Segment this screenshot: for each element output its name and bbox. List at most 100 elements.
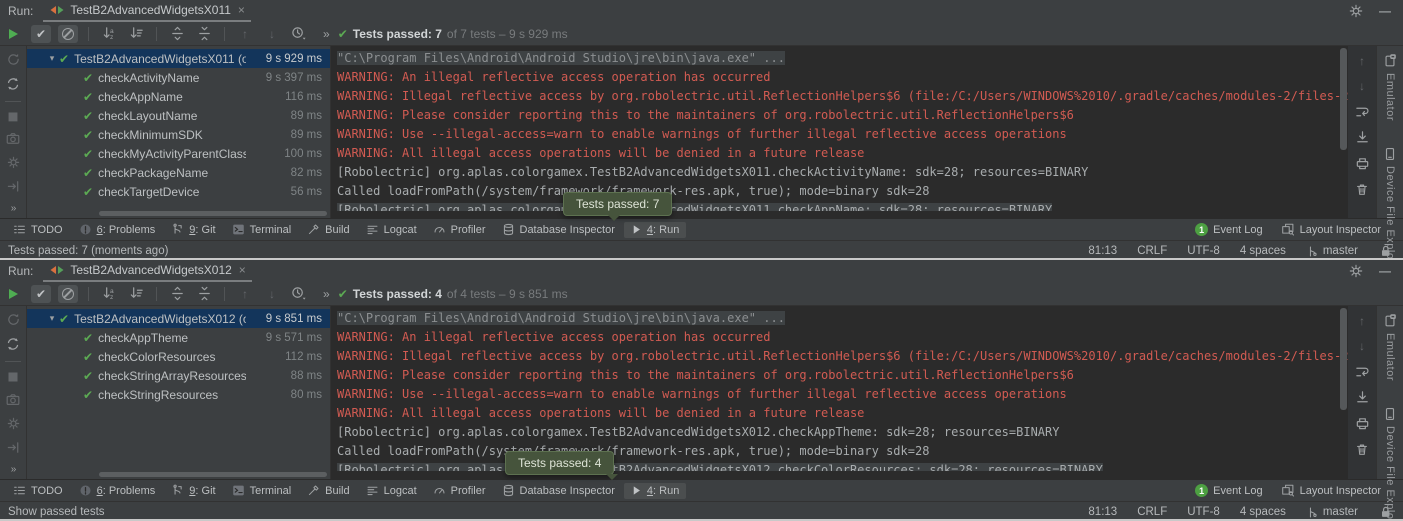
close-icon[interactable]: ×	[238, 3, 245, 17]
toolbtn-build[interactable]: Build	[300, 482, 356, 499]
layout-inspector-button[interactable]: Layout Inspector	[1281, 223, 1381, 236]
import-test-results-icon[interactable]	[6, 179, 21, 194]
print-icon[interactable]	[1355, 416, 1370, 431]
toolbtn-build[interactable]: Build	[300, 221, 356, 238]
toolbtn-problems[interactable]: 6: Problems	[72, 221, 163, 238]
show-ignored-toggle[interactable]	[58, 25, 78, 43]
line-ending-widget[interactable]: CRLF	[1137, 506, 1167, 518]
up-stacktrace-icon[interactable]: ↑	[1359, 54, 1365, 68]
run-tab[interactable]: TestB2AdvancedWidgetsX012 ×	[43, 260, 251, 282]
gear-slash-icon[interactable]	[6, 155, 21, 170]
test-history-button[interactable]	[289, 25, 309, 43]
soft-wrap-icon[interactable]	[1355, 364, 1370, 379]
test-tree-row[interactable]: ✔ checkAppTheme 9 s 571 ms	[27, 328, 330, 347]
hidden-actions-icon[interactable]: »	[11, 464, 16, 479]
test-tree-row[interactable]: ✔ checkColorResources 112 ms	[27, 347, 330, 366]
thread-dump-camera-icon[interactable]	[5, 392, 21, 407]
line-ending-widget[interactable]: CRLF	[1137, 245, 1167, 257]
caret-position-widget[interactable]: 81:13	[1088, 506, 1117, 518]
rerun-play-button[interactable]	[9, 289, 18, 299]
toolbtn-todo[interactable]: TODO	[6, 221, 70, 238]
test-tree-row[interactable]: ✔ checkStringArrayResources 88 ms	[27, 366, 330, 385]
test-tree-row[interactable]: ✔ checkAppName 116 ms	[27, 87, 330, 106]
chevron-down-icon[interactable]: ▾	[45, 313, 59, 324]
gear-icon[interactable]	[1349, 4, 1363, 18]
expand-all-button[interactable]	[167, 25, 187, 43]
down-stacktrace-icon[interactable]: ↓	[1359, 339, 1365, 353]
down-stacktrace-icon[interactable]: ↓	[1359, 79, 1365, 93]
previous-failed-test-button[interactable]: ↑	[235, 25, 255, 43]
event-log-button[interactable]: 1Event Log	[1195, 484, 1263, 497]
toolbtn-todo[interactable]: TODO	[6, 482, 70, 499]
clear-trash-icon[interactable]	[1355, 442, 1369, 457]
toolbtn-profiler[interactable]: Profiler	[426, 482, 493, 499]
scroll-to-end-icon[interactable]	[1355, 130, 1370, 145]
caret-position-widget[interactable]: 81:13	[1088, 245, 1117, 257]
rerun-failed-tests-icon[interactable]	[5, 76, 21, 92]
toolbtn-git[interactable]: 9: Git	[164, 482, 222, 499]
test-tree-row[interactable]: ✔ checkLayoutName 89 ms	[27, 106, 330, 125]
stop-icon[interactable]	[7, 111, 19, 123]
dock-item-emulator[interactable]: Emulator	[1383, 314, 1397, 381]
layout-inspector-button[interactable]: Layout Inspector	[1281, 484, 1381, 497]
tree-horizontal-scrollbar[interactable]	[99, 211, 327, 216]
test-tree-row[interactable]: ✔ checkMinimumSDK 89 ms	[27, 125, 330, 144]
stop-icon[interactable]	[7, 371, 19, 383]
close-icon[interactable]: ×	[239, 263, 246, 277]
soft-wrap-icon[interactable]	[1355, 104, 1370, 119]
toolbtn-run[interactable]: 4: Run	[624, 483, 686, 499]
minimize-icon[interactable]: —	[1379, 4, 1391, 18]
show-ignored-toggle[interactable]	[58, 285, 78, 303]
test-tree-row[interactable]: ✔ checkMyActivityParentClass 100 ms	[27, 144, 330, 163]
toolbtn-git[interactable]: 9: Git	[164, 221, 222, 238]
indent-widget[interactable]: 4 spaces	[1240, 506, 1286, 518]
toolbtn-run[interactable]: 4: Run	[624, 222, 686, 238]
show-passed-toggle[interactable]: ✔	[31, 25, 51, 43]
sort-by-duration-button[interactable]	[126, 285, 146, 303]
toolbtn-problems[interactable]: 6: Problems	[72, 482, 163, 499]
toolbtn-database-inspector[interactable]: Database Inspector	[495, 482, 622, 499]
test-history-button[interactable]	[289, 285, 309, 303]
toolbtn-terminal[interactable]: Terminal	[225, 221, 299, 238]
gear-icon[interactable]	[1349, 264, 1363, 278]
encoding-widget[interactable]: UTF-8	[1187, 506, 1220, 518]
print-icon[interactable]	[1355, 156, 1370, 171]
lock-icon[interactable]	[1378, 505, 1393, 519]
event-log-button[interactable]: 1Event Log	[1195, 223, 1263, 236]
more-chevrons-icon[interactable]: »	[323, 27, 330, 41]
hidden-actions-icon[interactable]: »	[11, 203, 16, 218]
rerun-play-button[interactable]	[9, 29, 18, 39]
tree-horizontal-scrollbar[interactable]	[99, 472, 327, 477]
dock-item-emulator[interactable]: Emulator	[1383, 54, 1397, 121]
up-stacktrace-icon[interactable]: ↑	[1359, 314, 1365, 328]
chevron-down-icon[interactable]: ▾	[45, 53, 59, 64]
expand-all-button[interactable]	[167, 285, 187, 303]
sort-alphabetically-button[interactable]: az	[99, 285, 119, 303]
test-tree-row[interactable]: ✔ checkActivityName 9 s 397 ms	[27, 68, 330, 87]
git-branch-widget[interactable]: master	[1306, 506, 1358, 519]
test-tree-row[interactable]: ✔ checkPackageName 82 ms	[27, 163, 330, 182]
thread-dump-camera-icon[interactable]	[5, 131, 21, 146]
test-tree-row[interactable]: ✔ checkTargetDevice 56 ms	[27, 182, 330, 201]
test-tree-row[interactable]: ✔ checkStringResources 80 ms	[27, 385, 330, 404]
import-test-results-icon[interactable]	[6, 440, 21, 455]
minimize-icon[interactable]: —	[1379, 264, 1391, 278]
run-tab[interactable]: TestB2AdvancedWidgetsX011 ×	[43, 0, 251, 22]
test-tree[interactable]: ▾ ✔ TestB2AdvancedWidgetsX011 (org.a 9 s…	[27, 46, 331, 218]
git-branch-widget[interactable]: master	[1306, 245, 1358, 258]
collapse-all-button[interactable]	[194, 25, 214, 43]
previous-failed-test-button[interactable]: ↑	[235, 285, 255, 303]
more-chevrons-icon[interactable]: »	[323, 287, 330, 301]
clear-trash-icon[interactable]	[1355, 182, 1369, 197]
indent-widget[interactable]: 4 spaces	[1240, 245, 1286, 257]
rerun-icon[interactable]	[6, 52, 21, 67]
console-output[interactable]: "C:\Program Files\Android\Android Studio…	[331, 306, 1348, 479]
next-failed-test-button[interactable]: ↓	[262, 25, 282, 43]
encoding-widget[interactable]: UTF-8	[1187, 245, 1220, 257]
lock-icon[interactable]	[1378, 244, 1393, 258]
rerun-icon[interactable]	[6, 312, 21, 327]
sort-by-duration-button[interactable]	[126, 25, 146, 43]
test-tree[interactable]: ▾ ✔ TestB2AdvancedWidgetsX012 (org.a 9 s…	[27, 306, 331, 479]
collapse-all-button[interactable]	[194, 285, 214, 303]
console-vertical-scrollbar[interactable]	[1340, 308, 1347, 410]
